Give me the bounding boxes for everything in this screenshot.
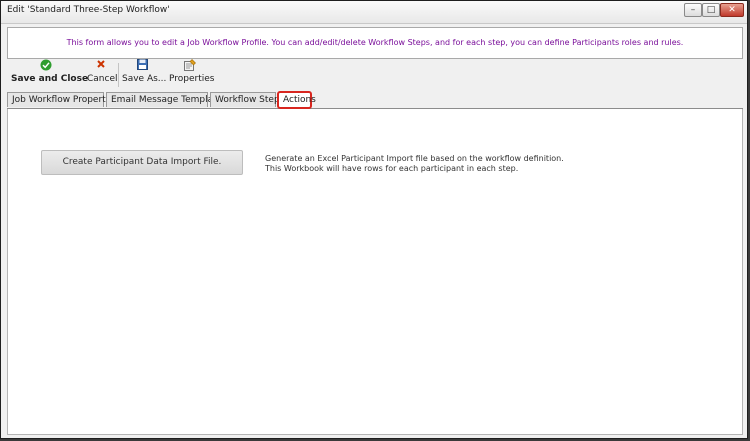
toolbar-separator bbox=[118, 63, 119, 87]
info-banner: This form allows you to edit a Job Workf… bbox=[7, 27, 743, 59]
cancel-label: Cancel bbox=[87, 74, 118, 84]
actions-panel: Create Participant Data Import File. Gen… bbox=[7, 109, 743, 435]
properties-label: Properties bbox=[169, 74, 215, 84]
save-and-close-button[interactable]: Save and Close bbox=[11, 59, 89, 89]
tab-strip: Job Workflow Properties Email Message Te… bbox=[7, 91, 743, 109]
description-line-1: Generate an Excel Participant Import fil… bbox=[265, 154, 564, 163]
floppy-disk-icon bbox=[122, 59, 162, 71]
minimize-button[interactable]: – bbox=[684, 3, 702, 17]
properties-icon bbox=[169, 59, 211, 71]
window-title: Edit 'Standard Three-Step Workflow' bbox=[7, 5, 170, 15]
tab-actions[interactable]: Actions bbox=[277, 91, 316, 109]
save-as-button[interactable]: Save As... bbox=[122, 59, 167, 89]
x-icon bbox=[87, 59, 115, 71]
save-as-label: Save As... bbox=[122, 74, 167, 84]
toolbar: Save and Close Cancel Save As... Propert… bbox=[7, 59, 743, 89]
action-description: Generate an Excel Participant Import fil… bbox=[265, 154, 564, 174]
create-participant-import-button[interactable]: Create Participant Data Import File. bbox=[41, 150, 243, 175]
tab-workflow-steps[interactable]: Workflow Steps bbox=[210, 92, 284, 107]
description-line-2: This Workbook will have rows for each pa… bbox=[265, 164, 519, 173]
edit-workflow-window: Edit 'Standard Three-Step Workflow' – □ … bbox=[0, 0, 748, 439]
maximize-button[interactable]: □ bbox=[702, 3, 720, 17]
save-and-close-label: Save and Close bbox=[11, 74, 89, 84]
properties-button[interactable]: Properties bbox=[169, 59, 215, 89]
cancel-button[interactable]: Cancel bbox=[87, 59, 118, 89]
check-circle-icon bbox=[11, 59, 81, 71]
tab-email-message-template[interactable]: Email Message Template bbox=[106, 92, 222, 107]
title-bar[interactable]: Edit 'Standard Three-Step Workflow' – □ … bbox=[1, 1, 747, 24]
tab-job-workflow-properties[interactable]: Job Workflow Properties bbox=[7, 92, 118, 107]
close-button[interactable]: ✕ bbox=[720, 3, 744, 17]
info-text: This form allows you to edit a Job Workf… bbox=[66, 38, 684, 47]
